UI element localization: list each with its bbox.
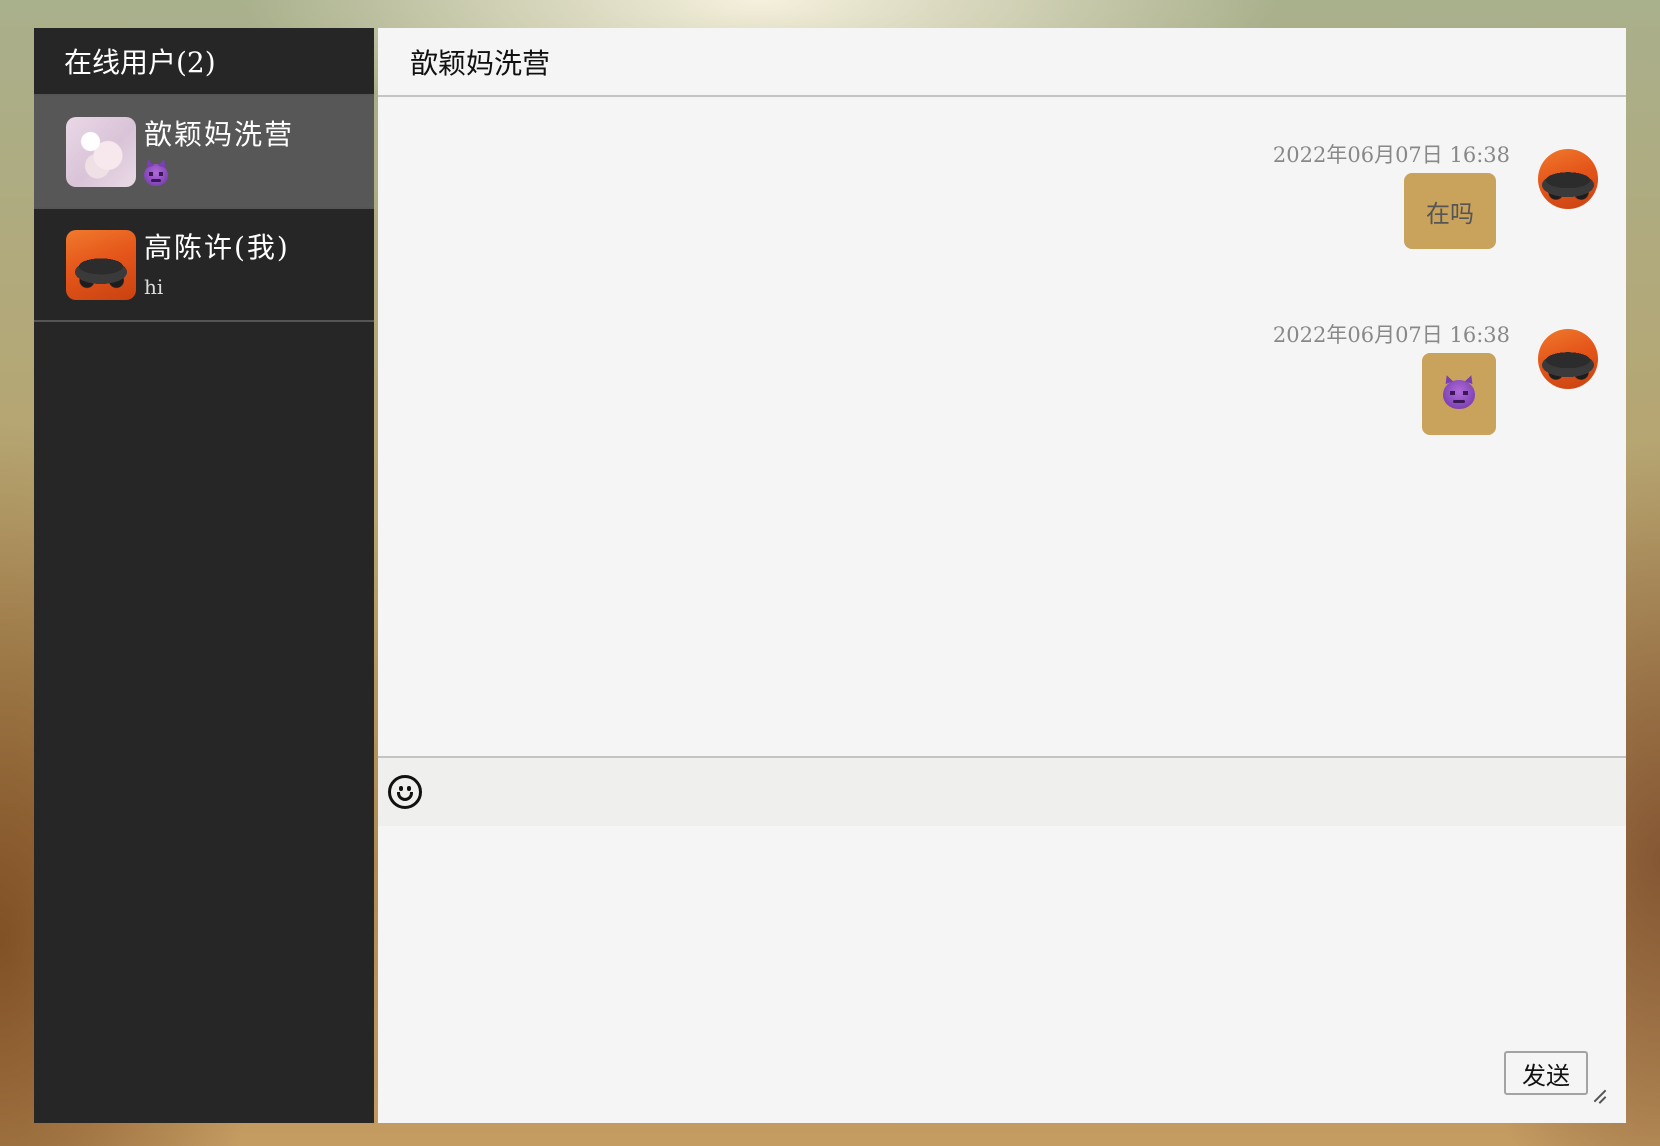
sender-avatar [1538,149,1598,209]
message-list[interactable]: 2022年06月07日 16:38 在吗 2022年06月07日 16:38 [378,97,1626,758]
message-timestamp: 2022年06月07日 16:38 [1272,143,1510,167]
sender-avatar [1538,329,1598,389]
online-users-title: 在线用户(2) [34,28,374,96]
user-list-item[interactable]: 歆颖妈洗营 [34,96,374,209]
chat-panel: 歆颖妈洗营 2022年06月07日 16:38 在吗 2022年06月07日 1… [378,28,1626,1123]
message-timestamp: 2022年06月07日 16:38 [1272,323,1510,347]
user-name: 歆颖妈洗营 [144,117,295,151]
user-name: 高陈许(我) [144,230,290,264]
composer-toolbar [378,758,1626,826]
user-sidebar: 在线用户(2) 歆颖妈洗营 高陈许(我) hi [34,28,374,1123]
user-avatar [66,229,136,300]
message-bubble [1422,353,1496,435]
send-button[interactable]: 发送 [1504,1051,1588,1095]
composer: 发送 [378,826,1626,1121]
resize-grip-icon[interactable] [1592,1089,1606,1103]
devil-emoji-icon [1443,379,1475,409]
message-bubble: 在吗 [1404,173,1496,249]
last-message-preview: hi [144,274,164,299]
last-message-preview [144,159,294,189]
message-input[interactable] [378,826,1626,1121]
smiley-icon[interactable] [388,775,422,809]
chat-title: 歆颖妈洗营 [378,28,1626,97]
message-item: 2022年06月07日 16:38 [998,319,1598,435]
user-avatar [66,116,136,187]
message-item: 2022年06月07日 16:38 在吗 [998,139,1598,249]
devil-emoji-icon [144,164,168,186]
user-list-item[interactable]: 高陈许(我) hi [34,209,374,322]
